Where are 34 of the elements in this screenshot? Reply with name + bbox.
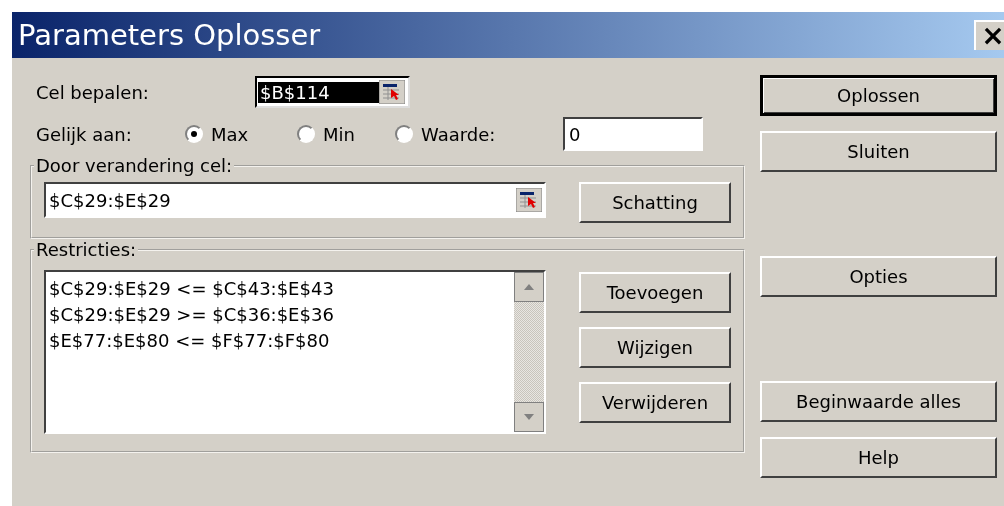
constraint-button[interactable]: Wijzigen bbox=[579, 327, 731, 368]
range-picker-icon[interactable] bbox=[379, 80, 405, 104]
value-field[interactable]: 0 bbox=[563, 117, 703, 151]
selected-text: $B$114 bbox=[258, 81, 379, 103]
list-item[interactable]: $C$29:$E$29 >= $C$36:$E$36 bbox=[49, 302, 514, 328]
group-title: Door verandering cel: bbox=[35, 155, 234, 176]
radio-label[interactable]: Max bbox=[211, 123, 249, 145]
range-picker-icon[interactable] bbox=[516, 188, 542, 212]
close-button[interactable]: × bbox=[974, 20, 1004, 50]
window-title: Parameters Oplosser bbox=[18, 18, 321, 52]
radio-button[interactable] bbox=[185, 125, 203, 143]
dialog-button[interactable]: Sluiten bbox=[760, 131, 997, 172]
dialog-button[interactable]: Oplossen bbox=[760, 75, 997, 116]
target-cell-field[interactable]: $B$114 bbox=[255, 76, 410, 108]
constraint-button[interactable]: Verwijderen bbox=[579, 382, 731, 423]
scrollbar[interactable] bbox=[514, 272, 544, 432]
constraint-button[interactable]: Toevoegen bbox=[579, 272, 731, 313]
group-title: Restricties: bbox=[35, 239, 138, 260]
constraints-list[interactable]: $C$29:$E$29 <= $C$43:$E$43 $C$29:$E$29 >= $C$36:$E$36 $E$77:$E$80 <= $F$77:$F$80 bbox=[44, 270, 546, 434]
dialog-button[interactable]: Opties bbox=[760, 256, 997, 297]
scroll-down-icon[interactable] bbox=[514, 402, 544, 432]
guess-button[interactable]: Schatting bbox=[579, 182, 731, 223]
scroll-up-icon[interactable] bbox=[514, 272, 544, 302]
radio-button[interactable] bbox=[297, 125, 315, 143]
list-item[interactable]: $E$77:$E$80 <= $F$77:$F$80 bbox=[49, 328, 514, 354]
field-label: Gelijk aan: bbox=[36, 123, 133, 145]
dialog-button[interactable]: Help bbox=[760, 437, 997, 478]
dialog-button[interactable]: Beginwaarde alles bbox=[760, 381, 997, 422]
radio-label[interactable]: Min bbox=[323, 123, 355, 145]
radio-label[interactable]: Waarde: bbox=[421, 123, 496, 145]
list-item[interactable]: $C$29:$E$29 <= $C$43:$E$43 bbox=[49, 276, 514, 302]
changing-cells-field[interactable]: $C$29:$E$29 bbox=[44, 182, 546, 218]
radio-button[interactable] bbox=[395, 125, 413, 143]
field-label: Cel bepalen: bbox=[36, 81, 150, 103]
